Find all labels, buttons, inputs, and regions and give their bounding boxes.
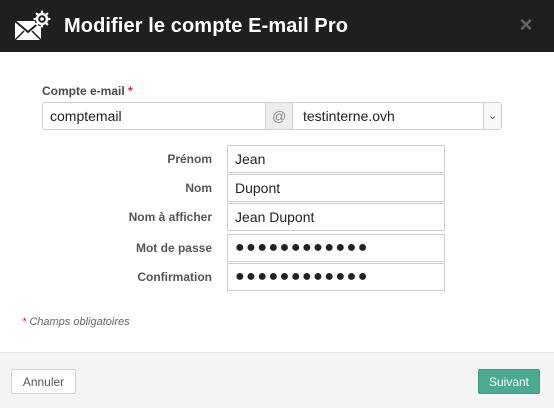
first-name-input[interactable] xyxy=(227,145,445,173)
next-button[interactable]: Suivant xyxy=(478,369,540,394)
email-account-label: Compte e-mail * xyxy=(42,84,133,98)
domain-select[interactable]: testinterne.ovh ⌄ xyxy=(292,102,502,130)
close-button[interactable]: × xyxy=(516,14,536,36)
last-name-label: Nom xyxy=(185,181,212,195)
envelope-gear-icon xyxy=(14,10,51,41)
email-account-label-text: Compte e-mail xyxy=(42,84,125,98)
display-name-input[interactable] xyxy=(227,203,445,231)
dialog-title: Modifier le compte E-mail Pro xyxy=(64,15,349,37)
required-marker: * xyxy=(128,84,133,98)
at-addon: @ xyxy=(265,102,293,130)
display-name-label: Nom à afficher xyxy=(128,210,212,224)
chevron-down-icon[interactable]: ⌄ xyxy=(483,103,501,129)
required-fields-note: * Champs obligatoires xyxy=(22,316,130,328)
domain-selected-value: testinterne.ovh xyxy=(303,108,395,124)
password-input[interactable]: ●●●●●●●●●●●● xyxy=(227,234,445,262)
dialog-header: Modifier le compte E-mail Pro × xyxy=(0,0,554,52)
confirmation-label: Confirmation xyxy=(137,270,212,284)
cancel-button[interactable]: Annuler xyxy=(11,369,76,394)
first-name-label: Prénom xyxy=(167,152,212,166)
required-note-text: Champs obligatoires xyxy=(29,316,130,328)
email-local-part-input[interactable] xyxy=(42,102,266,130)
required-note-star: * xyxy=(22,316,27,328)
dialog-body: Compte e-mail * @ testinterne.ovh ⌄ Prén… xyxy=(0,52,554,352)
password-confirmation-input[interactable]: ●●●●●●●●●●●● xyxy=(227,263,445,291)
password-label: Mot de passe xyxy=(135,241,212,255)
last-name-input[interactable] xyxy=(227,174,445,202)
dialog-footer: Annuler Suivant xyxy=(0,352,554,408)
